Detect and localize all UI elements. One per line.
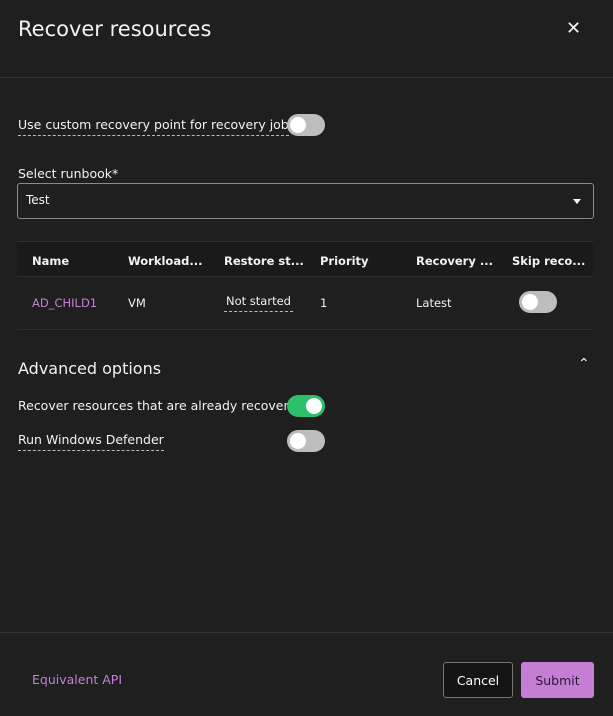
resource-name-link[interactable]: AD_CHILD1 — [32, 296, 97, 310]
divider — [0, 77, 613, 78]
submit-button[interactable]: Submit — [521, 662, 594, 698]
chevron-up-icon[interactable]: ⌃ — [578, 356, 590, 372]
windows-defender-toggle[interactable] — [287, 430, 325, 452]
footer-divider — [0, 632, 613, 633]
dialog-title: Recover resources — [18, 17, 212, 41]
column-header-skip[interactable]: Skip reco... — [512, 254, 585, 268]
column-header-restore-status[interactable]: Restore st... — [224, 254, 304, 268]
equivalent-api-link[interactable]: Equivalent API — [32, 672, 122, 687]
chevron-down-icon — [573, 199, 581, 204]
windows-defender-label: Run Windows Defender — [18, 432, 164, 451]
table-header: Name Workload... Restore st... Priority … — [17, 241, 593, 277]
close-icon[interactable]: ✕ — [566, 18, 581, 39]
cancel-button[interactable]: Cancel — [443, 662, 513, 698]
recovery-cell: Latest — [416, 296, 452, 310]
runbook-value: Test — [26, 193, 50, 207]
restore-status-cell[interactable]: Not started — [224, 294, 293, 312]
priority-cell: 1 — [320, 296, 328, 310]
workload-cell: VM — [128, 296, 146, 310]
recover-already-toggle[interactable] — [287, 395, 325, 417]
custom-recovery-point-label: Use custom recovery point for recovery j… — [18, 117, 289, 136]
column-header-workload[interactable]: Workload... — [128, 254, 202, 268]
advanced-options-title[interactable]: Advanced options — [18, 359, 161, 378]
column-header-name[interactable]: Name — [32, 254, 69, 268]
column-header-priority[interactable]: Priority — [320, 254, 369, 268]
table-row: AD_CHILD1 VM Not started 1 Latest — [17, 277, 593, 330]
runbook-label: Select runbook* — [18, 166, 119, 181]
skip-recovery-toggle[interactable] — [519, 291, 557, 313]
recover-already-label: Recover resources that are already recov… — [18, 398, 304, 413]
column-header-recovery[interactable]: Recovery ... — [416, 254, 493, 268]
custom-recovery-point-toggle[interactable] — [287, 114, 325, 136]
runbook-select[interactable]: Test — [17, 183, 594, 219]
